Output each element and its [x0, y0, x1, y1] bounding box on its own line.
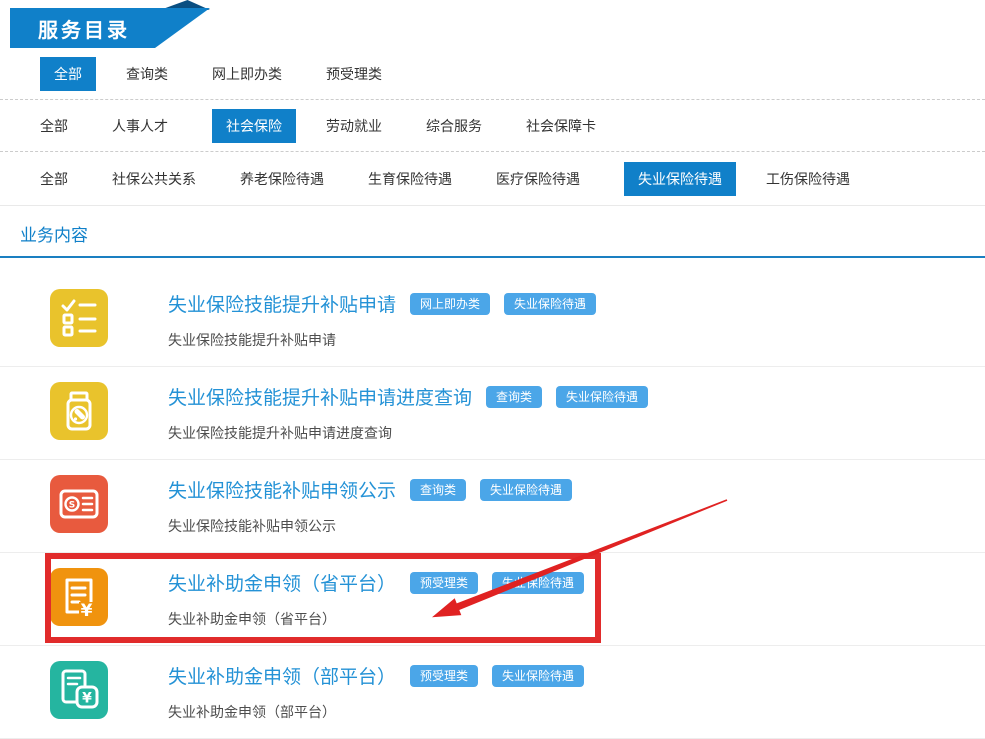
filter-dept-employment[interactable]: 劳动就业 — [326, 116, 382, 136]
service-title-link[interactable]: 失业补助金申领（部平台） — [168, 662, 396, 689]
filter-cat-pension[interactable]: 养老保险待遇 — [240, 169, 324, 189]
filter-service-type-online[interactable]: 网上即办类 — [212, 64, 282, 84]
service-item-unemployment-benefit-province[interactable]: ¥ 失业补助金申领（省平台） 预受理类 失业保险待遇 失业补助金申领（省平台） — [0, 553, 985, 646]
service-category-tag: 失业保险待遇 — [492, 664, 585, 687]
service-body: 失业补助金申领（省平台） 预受理类 失业保险待遇 失业补助金申领（省平台） — [168, 568, 585, 629]
service-title-link[interactable]: 失业补助金申领（省平台） — [168, 569, 396, 596]
social-security-card-icon: S — [50, 475, 108, 533]
medicine-bottle-icon — [50, 382, 108, 440]
filter-cat-all[interactable]: 全部 — [40, 169, 68, 189]
service-body: 失业补助金申领（部平台） 预受理类 失业保险待遇 失业补助金申领（部平台） — [168, 661, 585, 722]
service-type-tag: 预受理类 — [410, 664, 479, 687]
filter-dept-social-insurance[interactable]: 社会保险 — [212, 108, 296, 143]
business-content-section-header: 业务内容 — [0, 211, 985, 258]
section-title: 业务内容 — [20, 226, 88, 245]
filter-dept-all[interactable]: 全部 — [40, 116, 68, 136]
service-item-skill-subsidy-apply[interactable]: 失业保险技能提升补贴申请 网上即办类 失业保险待遇 失业保险技能提升补贴申请 — [0, 274, 985, 367]
service-list: 失业保险技能提升补贴申请 网上即办类 失业保险待遇 失业保险技能提升补贴申请 失… — [0, 274, 985, 739]
filter-service-type-pre-accept[interactable]: 预受理类 — [326, 64, 382, 84]
service-subtitle: 失业保险技能补贴申领公示 — [168, 518, 336, 534]
banner-title: 服务目录 — [38, 19, 130, 42]
filter-service-type-all[interactable]: 全部 — [40, 56, 96, 91]
checklist-icon — [50, 289, 108, 347]
filter-cat-medical[interactable]: 医疗保险待遇 — [496, 169, 580, 189]
svg-text:¥: ¥ — [82, 691, 92, 707]
banner-ribbon: 服务目录 — [10, 8, 210, 48]
service-title-link[interactable]: 失业保险技能提升补贴申请 — [168, 290, 396, 317]
service-item-skill-subsidy-publicity[interactable]: S 失业保险技能补贴申领公示 查询类 失业保险待遇 失业保险技能补贴申领公示 — [0, 460, 985, 553]
filter-cat-unemployment[interactable]: 失业保险待遇 — [624, 161, 736, 196]
service-type-tag: 网上即办类 — [410, 292, 491, 315]
service-body: 失业保险技能提升补贴申请进度查询 查询类 失业保险待遇 失业保险技能提升补贴申请… — [168, 382, 649, 443]
service-type-tag: 预受理类 — [410, 571, 479, 594]
service-body: 失业保险技能补贴申领公示 查询类 失业保险待遇 失业保险技能补贴申领公示 — [168, 475, 573, 536]
filter-cat-work-injury[interactable]: 工伤保险待遇 — [766, 169, 850, 189]
filter-service-type-query[interactable]: 查询类 — [126, 64, 168, 84]
filter-panel: 全部 查询类 网上即办类 预受理类 全部 人事人才 社会保险 劳动就业 综合服务… — [0, 48, 985, 206]
service-item-unemployment-benefit-ministry[interactable]: ¥ 失业补助金申领（部平台） 预受理类 失业保险待遇 失业补助金申领（部平台） — [0, 646, 985, 739]
invoice-yuan-icon: ¥ — [50, 568, 108, 626]
filter-cat-public-relations[interactable]: 社保公共关系 — [112, 169, 196, 189]
service-category-tag: 失业保险待遇 — [480, 478, 573, 501]
svg-text:¥: ¥ — [81, 601, 93, 621]
filter-dept-social-card[interactable]: 社会保障卡 — [526, 116, 596, 136]
filter-row-insurance-category: 全部 社保公共关系 养老保险待遇 生育保险待遇 医疗保险待遇 失业保险待遇 工伤… — [0, 152, 985, 206]
service-title-link[interactable]: 失业保险技能提升补贴申请进度查询 — [168, 383, 472, 410]
svg-text:S: S — [69, 501, 75, 511]
payment-doc-yuan-icon: ¥ — [50, 661, 108, 719]
service-type-tag: 查询类 — [486, 385, 543, 408]
service-category-tag: 失业保险待遇 — [504, 292, 597, 315]
filter-row-service-type: 全部 查询类 网上即办类 预受理类 — [0, 48, 985, 100]
service-title-link[interactable]: 失业保险技能补贴申领公示 — [168, 476, 396, 503]
filter-dept-comprehensive[interactable]: 综合服务 — [426, 116, 482, 136]
service-catalog-banner: 服务目录 — [10, 0, 220, 48]
service-subtitle: 失业补助金申领（部平台） — [168, 704, 336, 720]
service-subtitle: 失业保险技能提升补贴申请进度查询 — [168, 425, 392, 441]
service-category-tag: 失业保险待遇 — [492, 571, 585, 594]
service-item-skill-subsidy-progress-query[interactable]: 失业保险技能提升补贴申请进度查询 查询类 失业保险待遇 失业保险技能提升补贴申请… — [0, 367, 985, 460]
service-subtitle: 失业保险技能提升补贴申请 — [168, 332, 336, 348]
service-subtitle: 失业补助金申领（省平台） — [168, 611, 336, 627]
filter-dept-hr-talent[interactable]: 人事人才 — [112, 116, 168, 136]
service-body: 失业保险技能提升补贴申请 网上即办类 失业保险待遇 失业保险技能提升补贴申请 — [168, 289, 597, 350]
service-type-tag: 查询类 — [410, 478, 467, 501]
filter-row-department: 全部 人事人才 社会保险 劳动就业 综合服务 社会保障卡 — [0, 100, 985, 152]
filter-cat-maternity[interactable]: 生育保险待遇 — [368, 169, 452, 189]
service-category-tag: 失业保险待遇 — [556, 385, 649, 408]
